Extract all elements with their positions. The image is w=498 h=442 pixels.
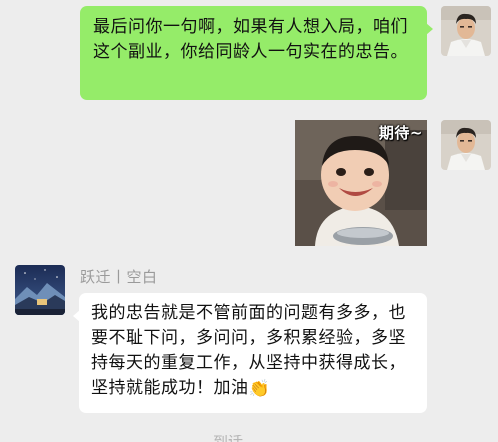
sticker-caption: 期待~ <box>378 124 423 142</box>
other-avatar[interactable] <box>15 265 65 315</box>
outgoing-message-bubble[interactable]: 最后问你一句啊，如果有人想入局，咱们这个副业，你给同龄人一句实在的忠告。 <box>80 6 433 100</box>
self-avatar-2[interactable] <box>441 120 491 170</box>
man-portrait-icon <box>441 120 491 170</box>
man-portrait-icon <box>441 6 491 56</box>
sender-name: 跃迁丨空白 <box>80 268 158 286</box>
incoming-message-bubble[interactable]: 我的忠告就是不管前面的问题有多多，也要不耻下问，多问问，多积累经验，多坚持每天的… <box>73 293 427 413</box>
sticker-message[interactable]: 期待~ <box>295 120 427 246</box>
partial-bottom-text: 到话 <box>213 435 243 442</box>
self-avatar[interactable] <box>441 6 491 56</box>
night-landscape-icon <box>15 265 65 315</box>
outgoing-message-text: 最后问你一句啊，如果有人想入局，咱们这个副业，你给同龄人一句实在的忠告。 <box>93 17 408 62</box>
clapping-hands-icon: 👏 <box>248 379 271 399</box>
